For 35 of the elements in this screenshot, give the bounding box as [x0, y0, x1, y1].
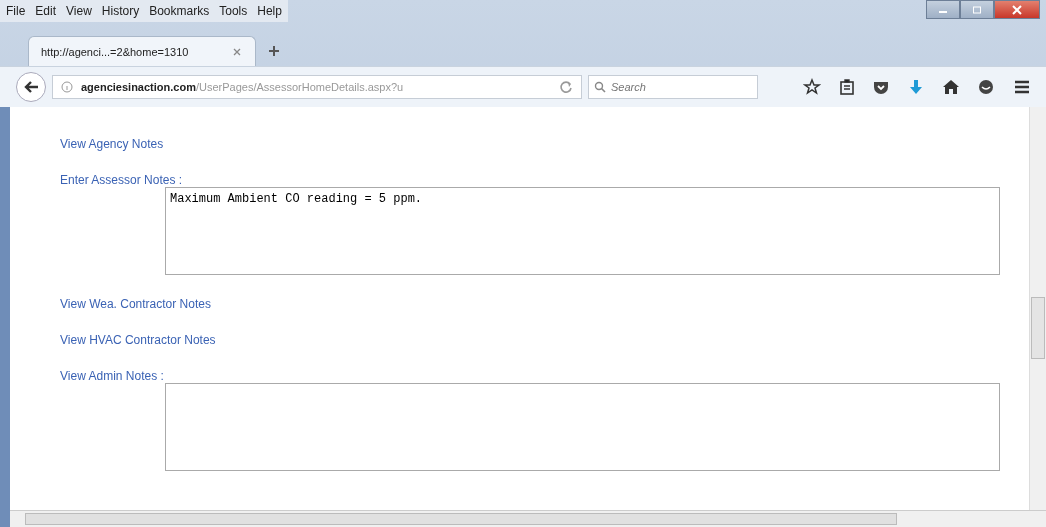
browser-tab[interactable]: http://agenci...=2&home=1310: [28, 36, 256, 66]
menu-item[interactable]: Tools: [219, 4, 248, 18]
menu-item[interactable]: Edit: [35, 4, 57, 18]
info-icon: [61, 81, 73, 93]
menu-icon[interactable]: [1013, 79, 1032, 95]
back-button[interactable]: [16, 72, 46, 102]
maximize-button[interactable]: [960, 0, 994, 19]
menu-item[interactable]: File: [6, 4, 26, 18]
menu-item[interactable]: History: [101, 4, 140, 18]
close-icon: [1012, 4, 1022, 15]
notes-link[interactable]: View Agency Notes: [60, 137, 164, 151]
close-icon[interactable]: [233, 47, 241, 56]
field-label: View Admin Notes :: [60, 369, 164, 383]
vertical-scrollbar[interactable]: [1029, 107, 1046, 510]
search-field[interactable]: Search: [588, 75, 758, 99]
notes-link[interactable]: View Wea. Contractor Notes: [60, 297, 211, 311]
close-button[interactable]: [994, 0, 1040, 19]
field-label: Enter Assessor Notes :: [60, 173, 183, 187]
clipboard-icon[interactable]: [838, 78, 855, 96]
star-icon[interactable]: [802, 78, 821, 96]
notes-link[interactable]: View HVAC Contractor Notes: [60, 333, 216, 347]
minimize-button[interactable]: [926, 0, 960, 19]
new-tab-icon[interactable]: [268, 45, 280, 57]
notes-field[interactable]: Maximum Ambient CO reading = 5 ppm.: [165, 187, 1000, 275]
address-bar[interactable]: agenciesinaction.com/UserPages/AssessorHomeDetails.aspx?u: [52, 75, 582, 99]
smiley-icon[interactable]: [977, 78, 996, 96]
download-icon[interactable]: [907, 78, 924, 96]
reload-icon[interactable]: [559, 80, 573, 94]
home-icon[interactable]: [941, 79, 960, 95]
pocket-icon[interactable]: [872, 79, 891, 95]
back-arrow-icon: [23, 80, 39, 94]
menu-item[interactable]: Bookmarks: [149, 4, 210, 18]
maximize-icon: [972, 5, 982, 14]
menu-item[interactable]: Help: [257, 4, 282, 18]
menu-item[interactable]: View: [66, 4, 92, 18]
